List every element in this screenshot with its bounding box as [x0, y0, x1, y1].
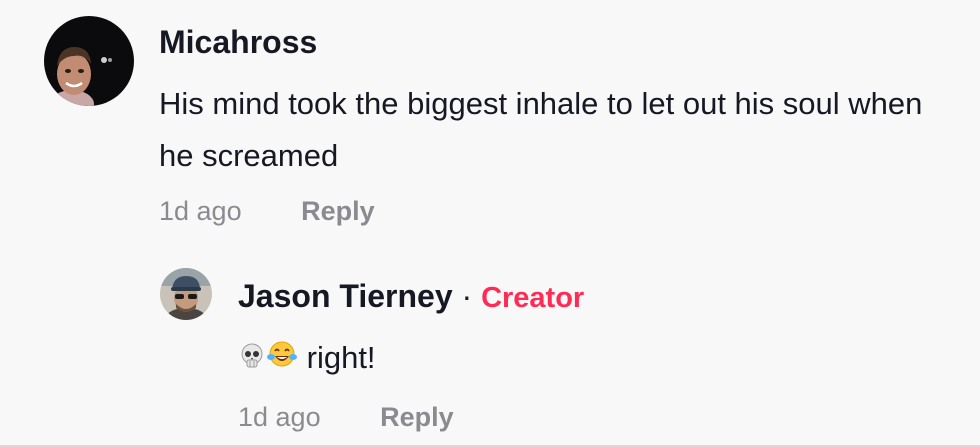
reply-author[interactable]: Jason Tierney: [238, 278, 453, 314]
reply-text: right!: [306, 340, 376, 375]
user-avatar-photo-icon: [160, 268, 212, 320]
reply-timestamp: 1d ago: [238, 402, 321, 432]
reply-item: Jason Tierney · Creator right! 1d ago Re…: [0, 250, 980, 445]
reply-author-avatar[interactable]: [160, 268, 212, 320]
reply-author-line: Jason Tierney · Creator: [238, 278, 584, 315]
reply-text-line: right!: [238, 332, 376, 386]
comment-meta: 1d ago Reply: [159, 196, 375, 227]
separator-dot: ·: [461, 278, 473, 314]
reply-button[interactable]: Reply: [380, 402, 454, 432]
user-avatar-photo-icon: [44, 16, 134, 106]
comment-text: His mind took the biggest inhale to let …: [159, 86, 923, 173]
commenter-avatar[interactable]: [44, 16, 134, 106]
comment-timestamp: 1d ago: [159, 196, 242, 226]
skull-emoji-icon: [238, 334, 266, 386]
comment-author[interactable]: Micahross: [159, 24, 317, 61]
creator-badge: Creator: [481, 282, 585, 314]
reply-meta: 1d ago Reply: [238, 402, 454, 433]
tears-of-joy-emoji-icon: [266, 334, 298, 386]
reply-button[interactable]: Reply: [301, 196, 375, 226]
comment-item: Micahross His mind took the biggest inha…: [0, 0, 980, 240]
comment-thread: Micahross His mind took the biggest inha…: [0, 0, 980, 447]
